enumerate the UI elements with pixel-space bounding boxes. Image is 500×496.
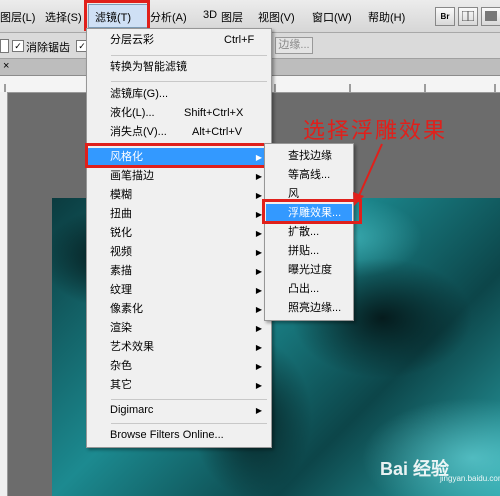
menu-item-label: 杂色 (110, 360, 132, 372)
menu-item-filter-gallery[interactable]: 滤镜库(G)... (88, 85, 270, 104)
menu-help[interactable]: 帮助(H) (368, 9, 405, 25)
annotation-arrow (353, 143, 383, 206)
menu-item-label: 扭曲 (110, 208, 132, 220)
menu-item-blur[interactable]: 模糊 ▶ (88, 186, 270, 205)
submenu-arrow-icon: ▶ (255, 229, 262, 238)
stylize-highlight-box (85, 143, 271, 168)
view-extras-button[interactable] (458, 7, 478, 26)
menu-separator (111, 55, 267, 56)
menu-item-label: 曝光过度 (288, 264, 332, 276)
menu-separator (111, 423, 267, 424)
menu-item-label: 素描 (110, 265, 132, 277)
menu-3d[interactable]: 3D (203, 9, 217, 21)
submenu-arrow-icon: ▶ (255, 362, 262, 371)
menu-item-label: 模糊 (110, 189, 132, 201)
menu-item-other[interactable]: 其它 ▶ (88, 376, 270, 395)
menu-item-shortcut: Shift+Ctrl+X (184, 107, 244, 119)
baidu-watermark: Bai 经验 (380, 459, 450, 479)
menu-item-pixelate[interactable]: 像素化 ▶ (88, 300, 270, 319)
menu-item-render[interactable]: 渲染 ▶ (88, 319, 270, 338)
menu-item-label: 锐化 (110, 227, 132, 239)
menu-item-noise[interactable]: 杂色 ▶ (88, 357, 270, 376)
submenu-arrow-icon: ▶ (255, 267, 262, 276)
menu-item-label: 消失点(V)... (110, 126, 167, 138)
menu-item-label: 渲染 (110, 322, 132, 334)
menu-item-shortcut: Alt+Ctrl+V (192, 126, 243, 138)
filter-dropdown-menu: 分层云彩 Ctrl+F 转换为智能滤镜 滤镜库(G)... 液化(L)... S… (86, 28, 272, 448)
menu-window[interactable]: 窗口(W) (312, 9, 352, 25)
menu-separator (111, 81, 267, 82)
menu-item-shortcut: Ctrl+F (224, 34, 255, 46)
menu-separator (111, 399, 267, 400)
menu-analysis[interactable]: 分析(A) (150, 9, 187, 25)
menu-item-convert-smart-filter[interactable]: 转换为智能滤镜 (88, 58, 270, 77)
submenu-item-solarize[interactable]: 曝光过度 (266, 261, 352, 280)
menu-item-video[interactable]: 视频 ▶ (88, 243, 270, 262)
menu-item-label: 其它 (110, 379, 132, 391)
submenu-item-glowing-edges[interactable]: 照亮边缘... (266, 299, 352, 318)
menu-item-label: 滤镜库(G)... (110, 88, 169, 100)
menu-view[interactable]: 视图(V) (258, 9, 295, 25)
menu-item-clouds[interactable]: 分层云彩 Ctrl+F (88, 31, 270, 50)
menu-item-label: Browse Filters Online... (110, 429, 224, 441)
menu-item-label: 扩散... (288, 226, 320, 238)
antialias-label: 消除锯齿 (26, 42, 70, 54)
menu-item-label: 照亮边缘... (288, 302, 342, 314)
filter-menu-highlight-box (84, 0, 150, 31)
submenu-item-diffuse[interactable]: 扩散... (266, 223, 352, 242)
arrange-icon (485, 11, 497, 21)
menu-item-label: 画笔描边 (110, 170, 154, 182)
menu-item-digimarc[interactable]: Digimarc ▶ (88, 401, 270, 420)
feather-field[interactable] (0, 39, 9, 53)
menu-layer[interactable]: 图层(L) (0, 9, 35, 25)
menu-item-label: 艺术效果 (110, 341, 154, 353)
submenu-item-extrude[interactable]: 凸出... (266, 280, 352, 299)
menu-item-label: 像素化 (110, 303, 143, 315)
menu-item-texture[interactable]: 纹理 ▶ (88, 281, 270, 300)
menu-item-browse-filters-online[interactable]: Browse Filters Online... (88, 426, 270, 445)
menu-item-distort[interactable]: 扭曲 ▶ (88, 205, 270, 224)
vertical-ruler (0, 92, 8, 496)
refine-edge-button[interactable]: 边缘... (275, 37, 313, 54)
menu-item-vanishing-point[interactable]: 消失点(V)... Alt+Ctrl+V (88, 123, 270, 142)
menu-3d-layer[interactable]: 图层 (221, 9, 243, 25)
submenu-arrow-icon: ▶ (255, 343, 262, 352)
menu-item-artistic[interactable]: 艺术效果 ▶ (88, 338, 270, 357)
menu-item-label: 拼贴... (288, 245, 320, 257)
baidu-watermark-url: jingyan.baidu.com (440, 474, 500, 483)
menu-select[interactable]: 选择(S) (45, 9, 82, 25)
arrange-documents-button[interactable] (481, 7, 500, 26)
menu-item-label: 视频 (110, 246, 132, 258)
menu-item-label: 纹理 (110, 284, 132, 296)
submenu-arrow-icon: ▶ (255, 248, 262, 257)
menu-item-sketch[interactable]: 素描 ▶ (88, 262, 270, 281)
submenu-arrow-icon: ▶ (255, 286, 262, 295)
submenu-arrow-icon: ▶ (255, 381, 262, 390)
submenu-item-tiles[interactable]: 拼贴... (266, 242, 352, 261)
submenu-arrow-icon: ▶ (255, 172, 262, 181)
menu-item-label: 查找边缘 (288, 150, 332, 162)
menu-item-sharpen[interactable]: 锐化 ▶ (88, 224, 270, 243)
submenu-arrow-icon: ▶ (255, 406, 262, 415)
menu-item-label: 液化(L)... (110, 107, 155, 119)
menu-item-label: 转换为智能滤镜 (110, 61, 187, 73)
menu-item-label: 等高线... (288, 169, 331, 181)
menu-item-label: 凸出... (288, 283, 320, 295)
bridge-button[interactable]: Br (435, 7, 455, 26)
submenu-arrow-icon: ▶ (255, 305, 262, 314)
close-tab-icon[interactable]: × (3, 60, 9, 72)
submenu-arrow-icon: ▶ (255, 324, 262, 333)
menu-item-brush-strokes[interactable]: 画笔描边 ▶ (88, 167, 270, 186)
menu-item-label: 分层云彩 (110, 34, 154, 46)
grid-icon (461, 10, 475, 22)
menu-item-liquify[interactable]: 液化(L)... Shift+Ctrl+X (88, 104, 270, 123)
antialias-checkbox[interactable]: ✓ (12, 40, 24, 52)
menu-item-label: Digimarc (110, 404, 154, 416)
